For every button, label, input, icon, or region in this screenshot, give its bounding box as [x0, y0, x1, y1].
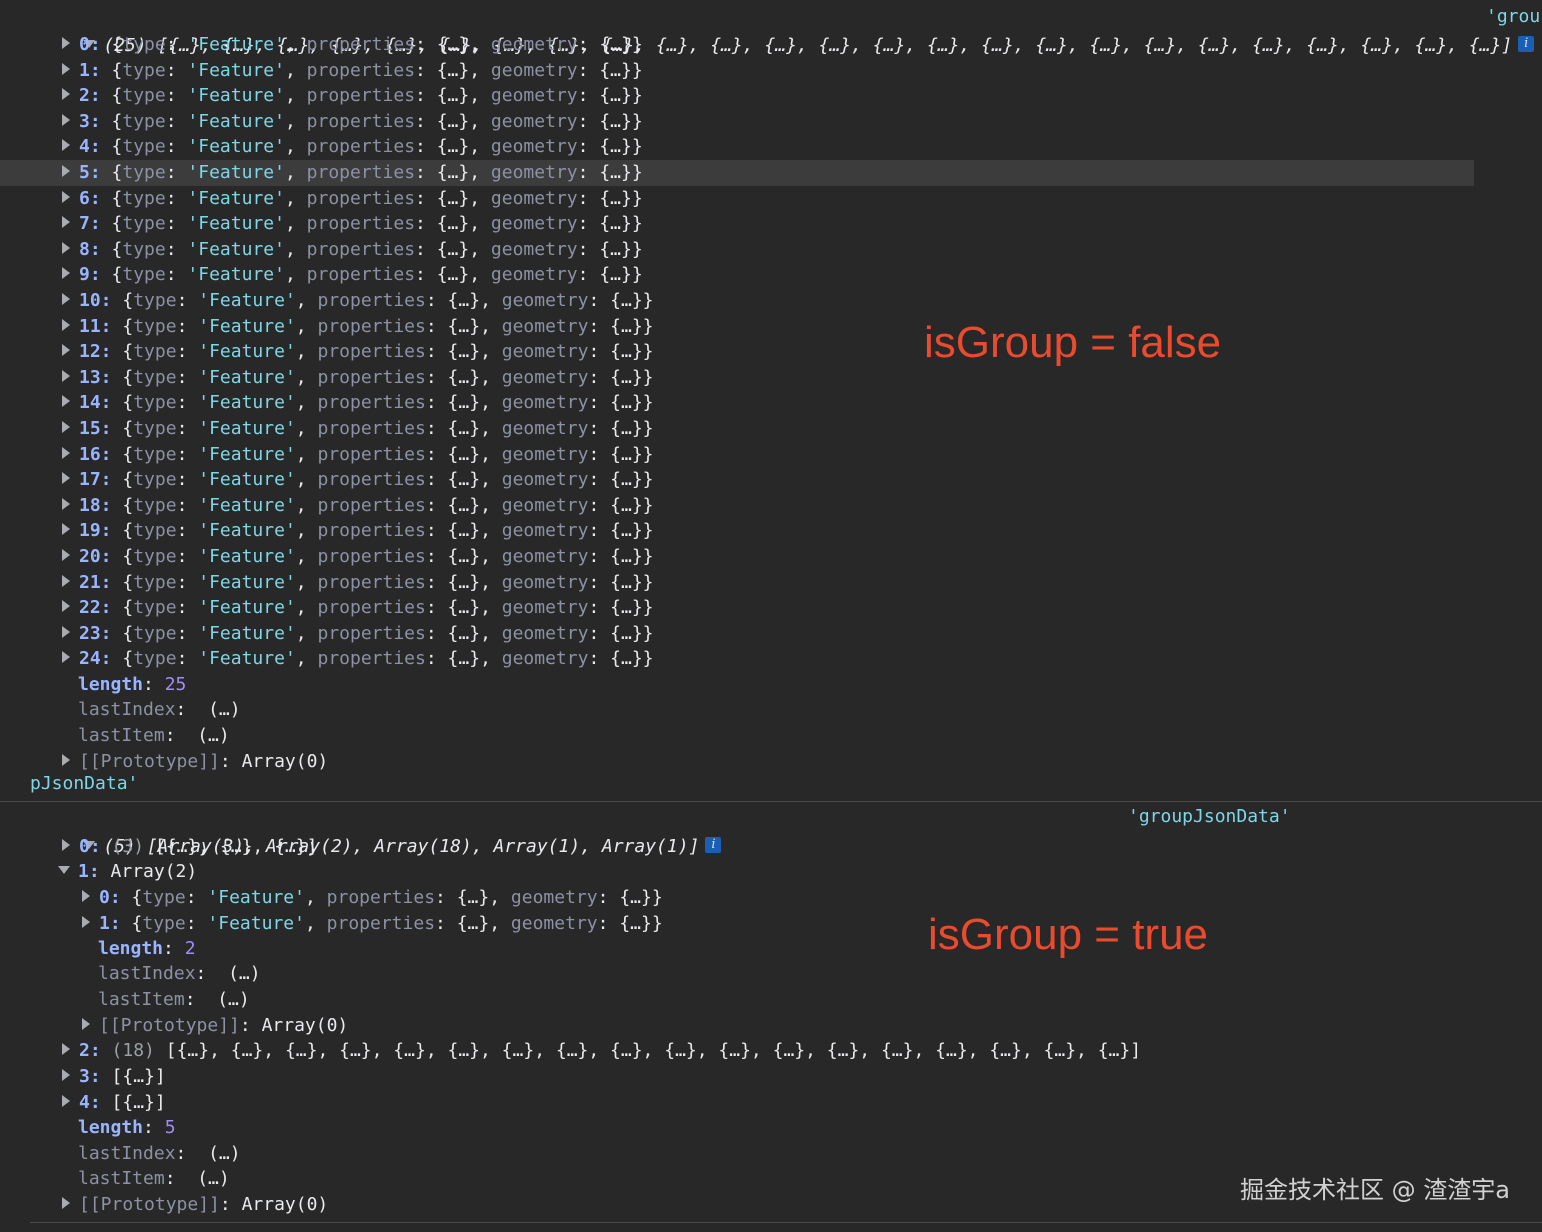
feature-row[interactable]: 13: {type: 'Feature', properties: {…}, g… [0, 365, 1474, 391]
expand-triangle-icon[interactable] [82, 1018, 90, 1030]
message-divider [30, 1222, 1542, 1223]
expand-triangle-icon[interactable] [62, 267, 70, 280]
feature-row[interactable]: 1: {type: 'Feature', properties: {…}, ge… [0, 58, 1474, 84]
expand-triangle-icon[interactable] [62, 165, 70, 177]
feature-row[interactable]: 9: {type: 'Feature', properties: {…}, ge… [0, 262, 1474, 288]
length-row: length: 5 [78, 1117, 176, 1138]
feature-row[interactable]: 4: {type: 'Feature', properties: {…}, ge… [0, 134, 1474, 160]
source-label-wrap[interactable]: pJsonData' [30, 773, 138, 794]
expand-triangle-icon[interactable] [62, 113, 70, 126]
feature-row[interactable]: 8: {type: 'Feature', properties: {…}, ge… [0, 237, 1474, 263]
expand-triangle-icon[interactable] [62, 651, 70, 664]
feature-row[interactable]: 3: {type: 'Feature', properties: {…}, ge… [0, 109, 1474, 135]
expand-triangle-icon[interactable] [62, 497, 70, 510]
expand-triangle-icon[interactable] [62, 472, 70, 485]
feature-row[interactable]: 7: {type: 'Feature', properties: {…}, ge… [0, 211, 1474, 237]
expand-triangle-icon[interactable] [62, 574, 70, 587]
expand-triangle-icon[interactable] [62, 88, 70, 101]
expand-triangle-icon[interactable] [62, 344, 70, 357]
group-item-row-expanded[interactable]: 1: Array(2) [58, 859, 1474, 885]
expand-triangle-icon[interactable] [62, 839, 70, 851]
feature-row[interactable]: 24: {type: 'Feature', properties: {…}, g… [0, 646, 1474, 672]
message-divider [0, 801, 1542, 802]
feature-row[interactable]: 12: {type: 'Feature', properties: {…}, g… [0, 339, 1474, 365]
feature-row[interactable]: 23: {type: 'Feature', properties: {…}, g… [0, 621, 1474, 647]
group-item-row[interactable]: 2: (18) [{…}, {…}, {…}, {…}, {…}, {…}, {… [62, 1038, 1474, 1064]
feature-row[interactable]: 15: {type: 'Feature', properties: {…}, g… [0, 416, 1474, 442]
feature-row[interactable]: 16: {type: 'Feature', properties: {…}, g… [0, 442, 1474, 468]
expand-triangle-icon[interactable] [62, 549, 70, 561]
length-value: 5 [164, 1117, 176, 1138]
last-index-row[interactable]: lastIndex: (…) [78, 697, 1474, 723]
length-row: length: 2 [98, 938, 196, 959]
length-value: 2 [184, 938, 196, 959]
collapsed-getter[interactable]: (…) [217, 989, 250, 1010]
feature-row[interactable]: 17: {type: 'Feature', properties: {…}, g… [0, 467, 1474, 493]
expand-triangle-icon[interactable] [62, 754, 70, 766]
feature-row[interactable]: 10: {type: 'Feature', properties: {…}, g… [0, 288, 1474, 314]
expand-triangle-icon[interactable] [62, 190, 70, 203]
length-row: length: 25 [78, 674, 187, 695]
expand-triangle-icon[interactable] [62, 523, 70, 536]
feature-row[interactable]: 11: {type: 'Feature', properties: {…}, g… [0, 314, 1474, 340]
expand-triangle-icon[interactable] [82, 890, 90, 902]
expand-triangle-icon[interactable] [62, 600, 70, 613]
feature-row[interactable]: 5: {type: 'Feature', properties: {…}, ge… [0, 160, 1474, 186]
expand-triangle-icon[interactable] [62, 139, 70, 152]
expand-triangle-icon[interactable] [62, 369, 70, 382]
expand-triangle-icon[interactable] [62, 62, 70, 75]
info-icon[interactable]: i [1518, 35, 1535, 52]
feature-row[interactable]: 0: {type: 'Feature', properties: {…}, ge… [0, 32, 1474, 58]
prototype-row[interactable]: [[Prototype]]: Array(0) [62, 749, 1474, 775]
expand-triangle-icon[interactable] [62, 1069, 70, 1081]
expand-triangle-icon[interactable] [62, 1043, 70, 1055]
collapsed-getter[interactable]: (…) [197, 1168, 230, 1189]
last-item-row[interactable]: lastItem: (…) [78, 723, 1474, 749]
last-index-row[interactable]: lastIndex: (…) [98, 961, 1474, 987]
expand-triangle-icon[interactable] [62, 446, 70, 459]
expand-triangle-icon[interactable] [62, 395, 70, 408]
expand-triangle-icon[interactable] [82, 915, 90, 928]
feature-row[interactable]: 20: {type: 'Feature', properties: {…}, g… [0, 544, 1474, 570]
feature-row[interactable]: 0: {type: 'Feature', properties: {…}, ge… [0, 885, 1474, 911]
group-item-row[interactable]: 4: [{…}] [62, 1090, 1474, 1116]
prototype-row[interactable]: [[Prototype]]: Array(0) [82, 1013, 1474, 1039]
annotation-is-group-false: isGroup = false [924, 318, 1222, 367]
feature-row[interactable]: 6: {type: 'Feature', properties: {…}, ge… [0, 186, 1474, 212]
feature-row[interactable]: 1: {type: 'Feature', properties: {…}, ge… [0, 911, 1474, 937]
source-label[interactable]: 'groupJsonData' [1128, 806, 1291, 827]
watermark: 掘金技术社区 @ 渣渣宇a [1240, 1176, 1510, 1204]
feature-row[interactable]: 2: {type: 'Feature', properties: {…}, ge… [0, 83, 1474, 109]
feature-row[interactable]: 18: {type: 'Feature', properties: {…}, g… [0, 493, 1474, 519]
feature-row[interactable]: 14: {type: 'Feature', properties: {…}, g… [0, 390, 1474, 416]
array-summary-row[interactable]: (25) [{…}, {…}, {…}, {…}, {…}, {…}, {…},… [40, 7, 1535, 56]
collapsed-getter[interactable]: (…) [197, 725, 230, 746]
expand-triangle-icon[interactable] [62, 241, 70, 254]
group-item-row[interactable]: 3: [{…}] [62, 1064, 1474, 1090]
feature-row[interactable]: 22: {type: 'Feature', properties: {…}, g… [0, 595, 1474, 621]
expand-triangle-icon[interactable] [62, 318, 70, 331]
expand-triangle-icon[interactable] [62, 1095, 70, 1107]
collapsed-getter[interactable]: (…) [208, 699, 241, 720]
collapsed-getter[interactable]: (…) [228, 963, 261, 984]
expand-triangle-icon[interactable] [62, 625, 70, 638]
collapse-triangle-icon[interactable] [58, 866, 70, 874]
expand-triangle-icon[interactable] [62, 37, 70, 49]
last-item-row[interactable]: lastItem: (…) [98, 987, 1474, 1013]
expand-triangle-icon[interactable] [62, 1197, 70, 1209]
last-index-row[interactable]: lastIndex: (…) [78, 1141, 1474, 1167]
length-value: 25 [164, 674, 187, 695]
expand-triangle-icon[interactable] [62, 216, 70, 229]
annotation-is-group-true: isGroup = true [928, 910, 1209, 959]
expand-triangle-icon[interactable] [62, 421, 70, 433]
group-item-row[interactable]: 0: (3) [{…}, {…}, {…}] [62, 834, 1474, 860]
feature-row[interactable]: 21: {type: 'Feature', properties: {…}, g… [0, 570, 1474, 596]
feature-row[interactable]: 19: {type: 'Feature', properties: {…}, g… [0, 518, 1474, 544]
expand-triangle-icon[interactable] [62, 293, 70, 305]
source-label[interactable]: 'grou [1486, 6, 1540, 27]
collapsed-getter[interactable]: (…) [208, 1143, 241, 1164]
